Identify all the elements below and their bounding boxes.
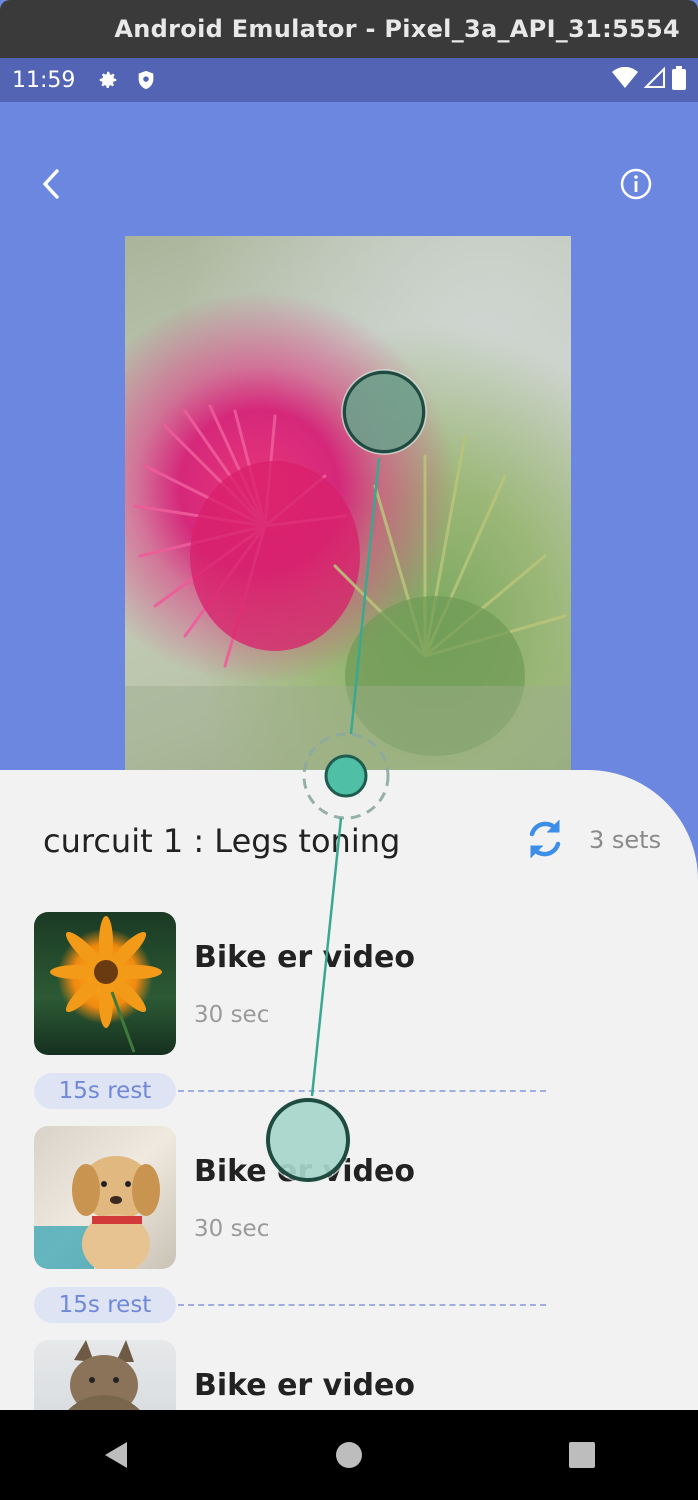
hero-image-thistle <box>125 236 571 796</box>
rest-row: 15s rest <box>34 1073 546 1109</box>
emulator-title-bar: Android Emulator - Pixel_3a_API_31:5554 <box>0 0 698 58</box>
wifi-icon <box>612 66 638 94</box>
status-time: 11:59 <box>12 67 76 93</box>
nav-back-button[interactable] <box>86 1425 146 1485</box>
window-title: Android Emulator - Pixel_3a_API_31:5554 <box>114 15 680 43</box>
battery-icon <box>672 65 686 95</box>
back-button[interactable] <box>30 162 74 206</box>
info-icon <box>620 168 652 200</box>
circuit-sheet: curcuit 1 : Legs toning 3 sets Bike er v… <box>0 770 698 1410</box>
rest-badge: 15s rest <box>34 1073 176 1109</box>
nav-recents-button[interactable] <box>552 1425 612 1485</box>
circuit-title: curcuit 1 : Legs toning <box>43 822 401 860</box>
chevron-left-icon <box>43 169 59 199</box>
exercise-item[interactable]: Bike er video 30 sec <box>34 912 634 1055</box>
rest-badge: 15s rest <box>34 1287 176 1323</box>
cat-image <box>34 1340 176 1410</box>
exercise-duration: 30 sec <box>194 1002 270 1028</box>
exercise-item[interactable]: Bike er video 30 sec <box>34 1126 634 1269</box>
exercise-title: Bike er video <box>194 1368 415 1403</box>
status-bar: 11:59 <box>0 58 698 102</box>
nav-recents-icon <box>568 1442 595 1468</box>
exercise-title: Bike er video <box>194 940 415 975</box>
puppy-image <box>34 1126 176 1269</box>
rest-row: 15s rest <box>34 1287 546 1323</box>
status-icons <box>612 65 686 95</box>
nav-home-button[interactable] <box>319 1425 379 1485</box>
android-nav-bar <box>0 1410 698 1500</box>
info-button[interactable] <box>614 162 658 206</box>
rest-divider <box>178 1090 546 1092</box>
sets-count: 3 sets <box>589 826 662 854</box>
emulator-frame: Android Emulator - Pixel_3a_API_31:5554 … <box>0 0 698 1500</box>
exercise-duration: 30 sec <box>194 1216 270 1242</box>
gear-icon <box>95 67 121 93</box>
nav-home-icon <box>335 1442 362 1468</box>
exercise-item[interactable]: Bike er video <box>34 1340 634 1410</box>
nav-back-icon <box>105 1442 128 1468</box>
exercise-title: Bike er video <box>194 1154 415 1189</box>
shield-icon <box>133 67 159 93</box>
signal-icon <box>643 66 666 94</box>
orange-flower-image <box>34 912 176 1055</box>
refresh-icon[interactable] <box>522 816 568 862</box>
rest-divider <box>178 1304 546 1306</box>
